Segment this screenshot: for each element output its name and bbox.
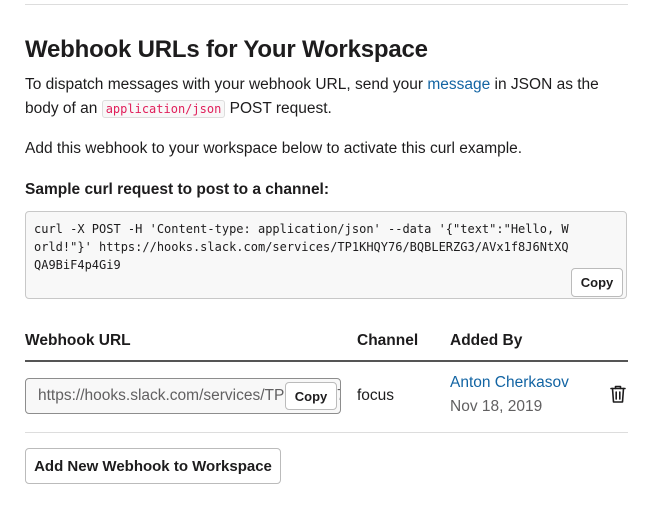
- intro-text: To dispatch messages with your webhook U…: [25, 73, 625, 121]
- column-header-channel: Channel: [357, 332, 419, 349]
- channel-name: focus: [357, 387, 395, 404]
- trash-icon[interactable]: [609, 384, 627, 404]
- sample-curl-label: Sample curl request to post to a channel…: [25, 181, 330, 198]
- message-link[interactable]: message: [427, 76, 490, 93]
- webhook-url-field[interactable]: https://hooks.slack.com/services/TP1KHQY…: [25, 378, 341, 414]
- section-title: Webhook URLs for Your Workspace: [25, 36, 428, 63]
- top-divider: [25, 4, 628, 5]
- add-new-webhook-button[interactable]: Add New Webhook to Workspace: [25, 448, 281, 484]
- column-header-added-by: Added By: [450, 332, 523, 349]
- copy-curl-button[interactable]: Copy: [571, 268, 623, 297]
- intro-suffix: POST request.: [225, 100, 332, 117]
- content-type-code: application/json: [101, 100, 226, 118]
- intro-prefix: To dispatch messages with your webhook U…: [25, 76, 428, 93]
- table-row: https://hooks.slack.com/services/TP1KHQY…: [25, 362, 628, 433]
- copy-webhook-url-button[interactable]: Copy: [285, 382, 337, 410]
- sample-curl-block: curl -X POST -H 'Content-type: applicati…: [25, 211, 627, 299]
- added-date: Nov 18, 2019: [450, 398, 543, 415]
- added-by-user-link[interactable]: Anton Cherkasov: [450, 374, 569, 392]
- activate-note: Add this webhook to your workspace below…: [25, 140, 523, 157]
- column-header-webhook-url: Webhook URL: [25, 332, 131, 349]
- sample-curl-code: curl -X POST -H 'Content-type: applicati…: [34, 222, 569, 272]
- webhook-table-header: Webhook URL Channel Added By: [25, 330, 628, 362]
